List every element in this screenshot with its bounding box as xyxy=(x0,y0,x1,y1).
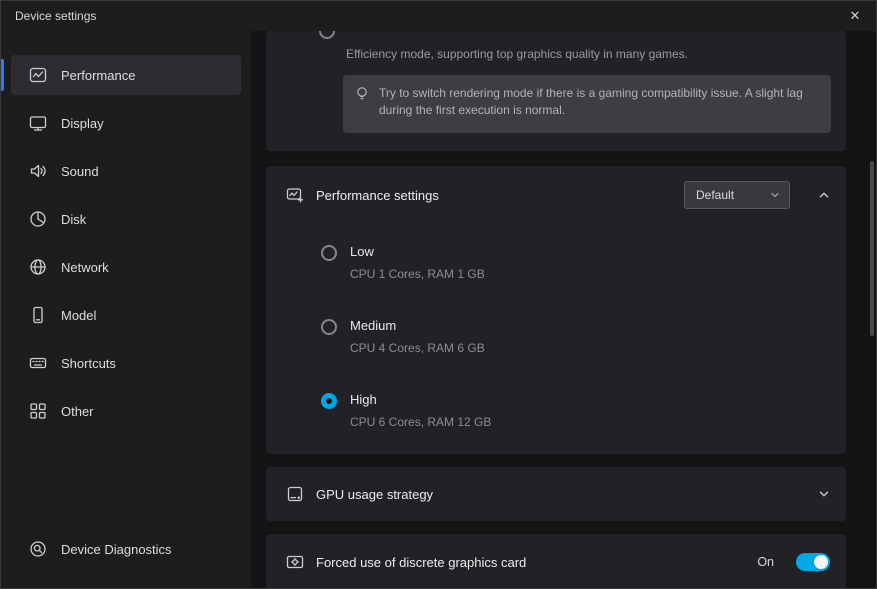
sidebar-item-device-diagnostics[interactable]: Device Diagnostics xyxy=(11,529,241,569)
rendering-mode-card: Efficiency mode, supporting top graphics… xyxy=(266,31,846,151)
toggle-knob xyxy=(814,555,828,569)
option-label: Medium xyxy=(350,318,485,333)
forced-discrete-gpu-card: Forced use of discrete graphics card On xyxy=(266,534,846,589)
card-title: GPU usage strategy xyxy=(316,487,433,502)
option-medium[interactable]: Medium CPU 4 Cores, RAM 6 GB xyxy=(321,318,485,355)
preset-dropdown[interactable]: Default xyxy=(684,181,790,209)
selected-indicator xyxy=(1,59,4,91)
sidebar-item-display[interactable]: Display xyxy=(11,103,241,143)
sidebar-item-other[interactable]: Other xyxy=(11,391,241,431)
settings-content: Efficiency mode, supporting top graphics… xyxy=(251,31,877,589)
sidebar-item-label: Display xyxy=(61,116,104,131)
window-title: Device settings xyxy=(15,9,96,23)
tip-text: Try to switch rendering mode if there is… xyxy=(379,85,817,123)
radio-low[interactable] xyxy=(321,245,337,261)
sidebar-item-label: Sound xyxy=(61,164,99,179)
sidebar-item-label: Performance xyxy=(61,68,135,83)
sidebar-item-disk[interactable]: Disk xyxy=(11,199,241,239)
performance-settings-header: Performance settings Default xyxy=(266,166,846,224)
option-description: CPU 6 Cores, RAM 12 GB xyxy=(350,415,491,429)
sidebar-item-shortcuts[interactable]: Shortcuts xyxy=(11,343,241,383)
option-high[interactable]: High CPU 6 Cores, RAM 12 GB xyxy=(321,392,491,429)
title-bar: Device settings xyxy=(1,1,877,31)
toggle-state-label: On xyxy=(757,555,774,569)
option-label: Low xyxy=(350,244,485,259)
chevron-up-icon xyxy=(818,189,830,201)
disk-icon xyxy=(29,210,47,228)
sidebar-item-model[interactable]: Model xyxy=(11,295,241,335)
sidebar-item-label: Shortcuts xyxy=(61,356,116,371)
performance-settings-icon xyxy=(286,186,304,204)
radio-medium[interactable] xyxy=(321,319,337,335)
sound-icon xyxy=(29,162,47,180)
tip-box: Try to switch rendering mode if there is… xyxy=(343,75,831,133)
discrete-gpu-toggle[interactable] xyxy=(796,553,830,571)
sidebar-item-network[interactable]: Network xyxy=(11,247,241,287)
sidebar-item-label: Network xyxy=(61,260,109,275)
performance-settings-card: Performance settings Default Low xyxy=(266,166,846,454)
model-icon xyxy=(29,306,47,324)
sidebar-item-label: Device Diagnostics xyxy=(61,542,172,557)
radio-rendering-mode[interactable] xyxy=(319,31,335,39)
gpu-strategy-icon xyxy=(286,485,304,503)
rendering-mode-description: Efficiency mode, supporting top graphics… xyxy=(346,47,688,61)
lightbulb-icon xyxy=(354,86,370,102)
option-description: CPU 1 Cores, RAM 1 GB xyxy=(350,267,485,281)
close-button[interactable]: ✕ xyxy=(834,1,876,31)
sidebar-item-label: Other xyxy=(61,404,94,419)
option-low[interactable]: Low CPU 1 Cores, RAM 1 GB xyxy=(321,244,485,281)
chevron-down-icon xyxy=(770,190,780,200)
card-title: Performance settings xyxy=(316,188,439,203)
network-icon xyxy=(29,258,47,276)
sidebar-item-sound[interactable]: Sound xyxy=(11,151,241,191)
diagnostics-icon xyxy=(29,540,47,558)
card-title: Forced use of discrete graphics card xyxy=(316,555,526,570)
option-description: CPU 4 Cores, RAM 6 GB xyxy=(350,341,485,355)
device-settings-window: Device settings ✕ Performance Display So… xyxy=(0,0,877,589)
sidebar-item-label: Model xyxy=(61,308,96,323)
performance-icon xyxy=(29,66,47,84)
collapse-section-button[interactable] xyxy=(816,187,832,203)
close-icon: ✕ xyxy=(850,8,861,24)
sidebar-item-label: Disk xyxy=(61,212,86,227)
option-label: High xyxy=(350,392,491,407)
scrollbar-thumb[interactable] xyxy=(870,161,874,336)
shortcuts-icon xyxy=(29,354,47,372)
discrete-gpu-icon xyxy=(286,553,304,571)
sidebar-item-performance[interactable]: Performance xyxy=(11,55,241,95)
chevron-down-icon xyxy=(818,488,830,500)
radio-high[interactable] xyxy=(321,393,337,409)
gpu-usage-strategy-card[interactable]: GPU usage strategy xyxy=(266,467,846,521)
dropdown-value: Default xyxy=(696,188,734,202)
sidebar: Performance Display Sound Disk xyxy=(1,31,251,589)
display-icon xyxy=(29,114,47,132)
other-grid-icon xyxy=(29,402,47,420)
